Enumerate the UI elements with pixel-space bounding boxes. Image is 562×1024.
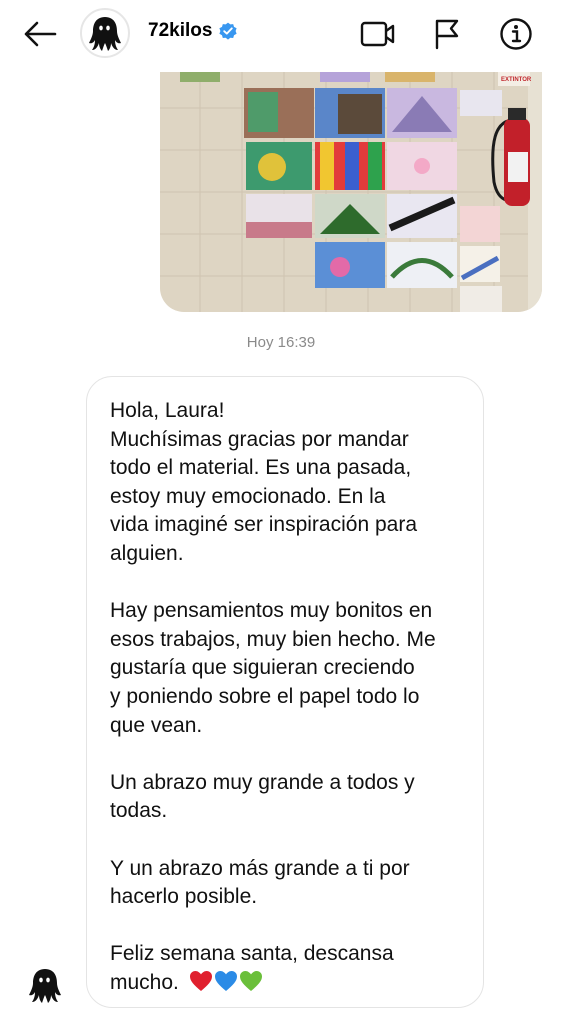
shared-photo[interactable]: EXTINTOR [160,72,542,312]
message-line: hacerlo posible. [110,885,258,909]
flag-icon[interactable] [427,15,467,53]
ghost-logo-icon [29,969,61,1003]
message-timestamp: Hoy 16:39 [246,334,316,351]
message-line: alguien. [110,541,184,565]
message-line: todo el material. Es una pasada, [110,456,412,480]
blue-heart-icon [214,970,237,991]
red-heart-icon [189,970,212,991]
ghost-logo-icon [89,17,121,51]
green-heart-icon [239,970,262,991]
message-line: todas. [110,799,168,823]
back-arrow-icon[interactable] [20,16,60,52]
message-bubble[interactable]: Hola, Laura! Muchísimas gracias por mand… [86,376,484,1008]
message-line: y poniendo sobre el papel todo lo [110,684,420,708]
username-row[interactable]: 72kilos [148,20,238,42]
message-line: Muchísimas gracias por mandar [110,427,409,451]
extinguisher-sign: EXTINTOR [501,77,532,83]
video-call-icon[interactable] [358,15,398,53]
chat-header: 72kilos [0,0,562,70]
heart-emojis [189,970,263,992]
drawings-wall-image: EXTINTOR [160,72,542,312]
message-line: Y un abrazo más grande a ti por [110,856,410,880]
info-icon[interactable] [496,15,536,53]
message-line: Feliz semana santa, descansa [110,942,394,966]
username[interactable]: 72kilos [148,20,212,42]
profile-avatar[interactable] [80,8,130,58]
sender-avatar[interactable] [22,962,68,1008]
message-line: Hay pensamientos muy bonitos en [110,599,433,623]
message-line: Hola, Laura! [110,399,225,422]
message-line: gustaría que siguieran creciendo [110,656,415,680]
message-line: que vean. [110,713,203,737]
message-last-line: mucho. [110,969,467,998]
verified-badge-icon [219,22,238,40]
message-line: estoy muy emocionado. En la [110,484,386,508]
message-line-text: mucho. [110,970,179,994]
message-line: vida imaginé ser inspiración para [110,513,417,537]
message-line: esos trabajos, muy bien hecho. Me [110,627,436,651]
message-line: Un abrazo muy grande a todos y [110,770,415,794]
